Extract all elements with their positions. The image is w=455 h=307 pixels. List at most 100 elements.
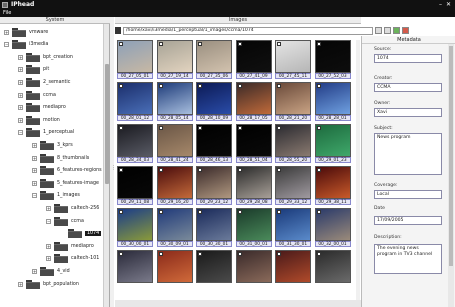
thumbnail[interactable]: 00_31_00_01 (235, 208, 272, 248)
thumbnail[interactable] (235, 250, 272, 290)
thumbnail[interactable]: 00_28_55_20 (275, 124, 311, 164)
tree-item[interactable]: + mediapro (18, 102, 66, 114)
thumbnail[interactable]: 00_32_00_01 (314, 208, 351, 248)
thumbnail[interactable]: 00_27_41_09 (235, 40, 272, 80)
tree-item[interactable]: +4_vid (32, 265, 70, 277)
list-view-icon[interactable] (375, 27, 382, 34)
thumbnail-checkbox[interactable] (158, 126, 163, 130)
thumbnail-checkbox[interactable] (316, 42, 321, 46)
expand-icon[interactable]: + (18, 105, 23, 111)
thumbnail-checkbox[interactable] (158, 210, 163, 214)
thumbnail[interactable]: 00_30_00_01 (117, 208, 153, 248)
expand-icon[interactable]: + (46, 205, 51, 211)
thumbnail[interactable]: 00_28_46_13 (196, 124, 232, 164)
expand-icon[interactable]: + (32, 155, 37, 161)
collapse-icon[interactable]: − (46, 218, 51, 224)
thumbnail[interactable]: 00_27_19_14 (156, 40, 193, 80)
delete-icon[interactable] (402, 27, 409, 34)
thumbnail[interactable]: 00_30_30_01 (196, 208, 232, 248)
thumbnail-checkbox[interactable] (158, 84, 163, 88)
expand-icon[interactable]: + (18, 79, 23, 85)
left-splitter[interactable]: ⋮ (110, 17, 116, 307)
tree-item[interactable]: − ccma (46, 215, 84, 227)
tree-item[interactable]: + pit (18, 64, 49, 76)
expand-icon[interactable]: + (18, 281, 23, 287)
tree-item[interactable]: +2_semantic (18, 76, 70, 88)
thumbnail[interactable] (196, 250, 232, 290)
expand-icon[interactable]: + (18, 117, 23, 123)
save-icon[interactable] (384, 27, 391, 34)
metadata-scrollbar-thumb[interactable] (449, 46, 453, 266)
thumbnail-checkbox[interactable] (198, 84, 202, 88)
thumbnail[interactable]: 00_29_38_11 (314, 166, 351, 206)
expand-icon[interactable]: + (18, 67, 23, 73)
tree-item[interactable]: + mediapro (46, 240, 94, 252)
thumbnail[interactable] (156, 250, 193, 290)
source-field[interactable]: 1074 (374, 54, 442, 63)
thumbnail[interactable]: 00_29_33_12 (275, 166, 311, 206)
thumbnail-checkbox[interactable] (119, 42, 123, 46)
thumbnail-checkbox[interactable] (119, 210, 123, 214)
thumbnail-checkbox[interactable] (316, 168, 321, 172)
splitter-grip-icon[interactable]: ⋮ (111, 166, 116, 171)
thumbnail-checkbox[interactable] (316, 252, 321, 256)
tree-item[interactable]: +8_thumbnails (32, 152, 89, 164)
thumbnail[interactable]: 00_28_34_03 (117, 124, 153, 164)
path-input[interactable] (123, 26, 373, 35)
thumbnail[interactable]: 00_29_01_23 (314, 124, 351, 164)
expand-icon[interactable]: + (46, 256, 51, 262)
expand-icon[interactable]: + (32, 180, 37, 186)
thumbnail[interactable]: 00_28_01_12 (117, 82, 153, 122)
tree-item[interactable]: + vmware (4, 26, 48, 38)
thumbnail-checkbox[interactable] (158, 168, 163, 172)
thumbnail[interactable] (117, 250, 153, 290)
thumbnail-checkbox[interactable] (277, 210, 281, 214)
thumbnail[interactable]: 00_31_30_01 (275, 208, 311, 248)
thumbnail-checkbox[interactable] (237, 42, 242, 46)
thumbnail-checkbox[interactable] (237, 168, 242, 172)
tree-item[interactable]: +1074 (60, 228, 102, 240)
creator-field[interactable]: CCMA (374, 83, 442, 92)
tree-scrollbar-thumb[interactable] (105, 64, 109, 184)
thumbnail[interactable]: 00_27_45_11 (275, 40, 311, 80)
thumbnail[interactable]: 00_28_05_14 (156, 82, 193, 122)
metadata-scrollbar[interactable] (448, 44, 454, 307)
collapse-icon[interactable]: − (4, 42, 9, 48)
expand-icon[interactable]: + (32, 168, 37, 174)
thumbnail-checkbox[interactable] (158, 42, 163, 46)
expand-icon[interactable]: + (18, 92, 23, 98)
thumbnail-checkbox[interactable] (198, 168, 202, 172)
thumbnail[interactable]: 00_28_10_09 (196, 82, 232, 122)
tree-item[interactable]: − 1_perceptual (18, 127, 74, 139)
thumbnail-checkbox[interactable] (119, 252, 123, 256)
thumbnail[interactable]: 00_28_41_24 (156, 124, 193, 164)
tree-item[interactable]: +5_features-image (32, 177, 99, 189)
thumbnail-checkbox[interactable] (316, 210, 321, 214)
thumbnail-checkbox[interactable] (237, 252, 242, 256)
thumbnail[interactable]: 00_28_51_04 (235, 124, 272, 164)
thumbnail-checkbox[interactable] (237, 126, 242, 130)
owner-field[interactable]: Xavi (374, 108, 442, 117)
thumbnail-checkbox[interactable] (198, 252, 202, 256)
menu-file[interactable]: File (3, 10, 11, 16)
description-field[interactable]: The evening news program in TV3 channel (374, 244, 442, 274)
thumbnail-checkbox[interactable] (198, 42, 202, 46)
tree-item[interactable]: + bpt_population (18, 278, 79, 290)
thumbnail[interactable]: 00_27_35_06 (196, 40, 232, 80)
thumbnail-checkbox[interactable] (277, 84, 281, 88)
horizontal-scrollbar[interactable] (115, 300, 361, 307)
thumbnail[interactable]: 00_29_23_12 (196, 166, 232, 206)
close-icon[interactable]: ✕ (446, 1, 451, 8)
accept-icon[interactable] (393, 27, 400, 34)
thumbnail-checkbox[interactable] (119, 168, 123, 172)
expand-icon[interactable]: + (18, 54, 23, 60)
tree-item[interactable]: + ccma (18, 89, 56, 101)
thumbnail[interactable]: 00_28_17_05 (235, 82, 272, 122)
thumbnail-checkbox[interactable] (277, 126, 281, 130)
expand-icon[interactable]: + (32, 268, 37, 274)
tree-item[interactable]: + caltech-256 (46, 202, 99, 214)
thumbnail-checkbox[interactable] (198, 126, 202, 130)
thumbnail-checkbox[interactable] (316, 126, 321, 130)
tree-item[interactable]: +6_features-regions (32, 165, 102, 177)
collapse-icon[interactable]: − (18, 130, 23, 136)
